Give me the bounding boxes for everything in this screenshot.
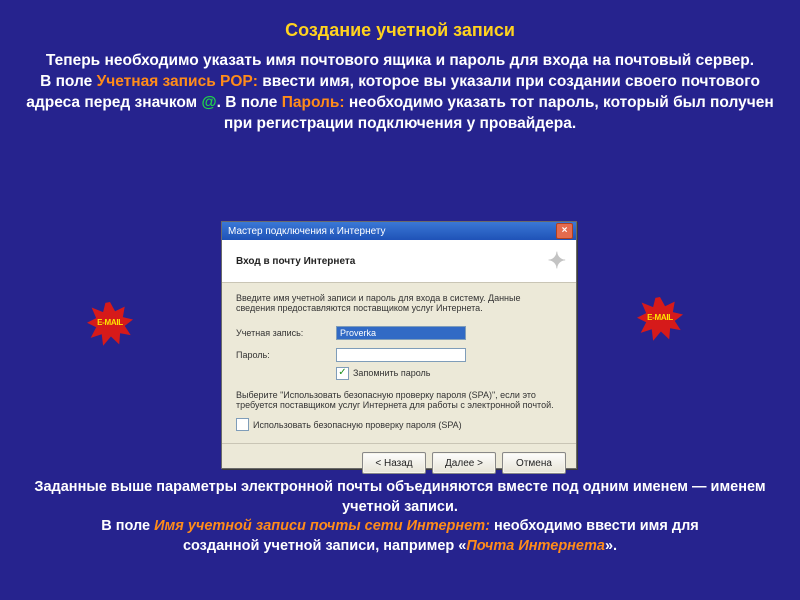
next-button[interactable]: Далее >	[432, 452, 496, 474]
wizard-dialog: Мастер подключения к Интернету × Вход в …	[221, 221, 577, 469]
spa-checkbox[interactable]	[236, 418, 249, 431]
outro-line2-pre: В поле	[101, 518, 154, 534]
outro-line3-post: ».	[605, 538, 617, 554]
close-icon: ×	[562, 226, 568, 236]
at-symbol: @	[201, 94, 216, 111]
back-button[interactable]: < Назад	[362, 452, 426, 474]
outro-line1: Заданные выше параметры электронной почт…	[34, 479, 765, 515]
dialog-description: Введите имя учетной записи и пароль для …	[236, 293, 562, 314]
outro-hl-mailname: Почта Интернета	[466, 538, 605, 554]
outro-line3-pre: созданной учетной записи, например «	[183, 538, 466, 554]
email-burst-icon-left	[85, 300, 135, 350]
remember-checkbox[interactable]: ✓	[336, 367, 349, 380]
intro-hl-pop: Учетная запись POP:	[97, 73, 258, 90]
email-burst-icon-right	[635, 295, 685, 345]
dialog-subheader: Вход в почту Интернета ✦	[222, 240, 576, 283]
account-input[interactable]: Proverka	[336, 326, 466, 340]
remember-label: Запомнить пароль	[353, 368, 430, 378]
spa-label: Использовать безопасную проверку пароля …	[253, 420, 462, 430]
remember-checkbox-row[interactable]: ✓ Запомнить пароль	[336, 367, 562, 380]
spa-description: Выберите "Использовать безопасную провер…	[236, 390, 562, 411]
outro-text: Заданные выше параметры электронной почт…	[0, 478, 800, 556]
dialog-subheader-text: Вход в почту Интернета	[236, 256, 355, 267]
outro-hl-accountname: Имя учетной записи почты сети Интернет:	[154, 518, 490, 534]
intro-line2-pre: В поле	[40, 73, 97, 90]
spa-checkbox-row[interactable]: Использовать безопасную проверку пароля …	[236, 418, 562, 431]
outro-line2-mid: необходимо ввести имя для	[490, 518, 699, 534]
intro-line2-post1: . В поле	[217, 94, 282, 111]
wand-icon: ✦	[548, 248, 566, 274]
check-icon: ✓	[338, 368, 346, 378]
account-row: Учетная запись: Proverka	[236, 326, 562, 340]
account-label: Учетная запись:	[236, 328, 336, 338]
password-label: Пароль:	[236, 350, 336, 360]
intro-line1: Теперь необходимо указать имя почтового …	[46, 52, 754, 69]
intro-hl-password: Пароль:	[282, 94, 345, 111]
intro-text: Теперь необходимо указать имя почтового …	[0, 41, 800, 143]
dialog-titlebar[interactable]: Мастер подключения к Интернету ×	[222, 222, 576, 240]
password-input[interactable]	[336, 348, 466, 362]
close-button[interactable]: ×	[556, 223, 573, 239]
dialog-title: Мастер подключения к Интернету	[228, 226, 386, 237]
slide-title: Создание учетной записи	[0, 0, 800, 41]
password-row: Пароль:	[236, 348, 562, 362]
cancel-button[interactable]: Отмена	[502, 452, 566, 474]
